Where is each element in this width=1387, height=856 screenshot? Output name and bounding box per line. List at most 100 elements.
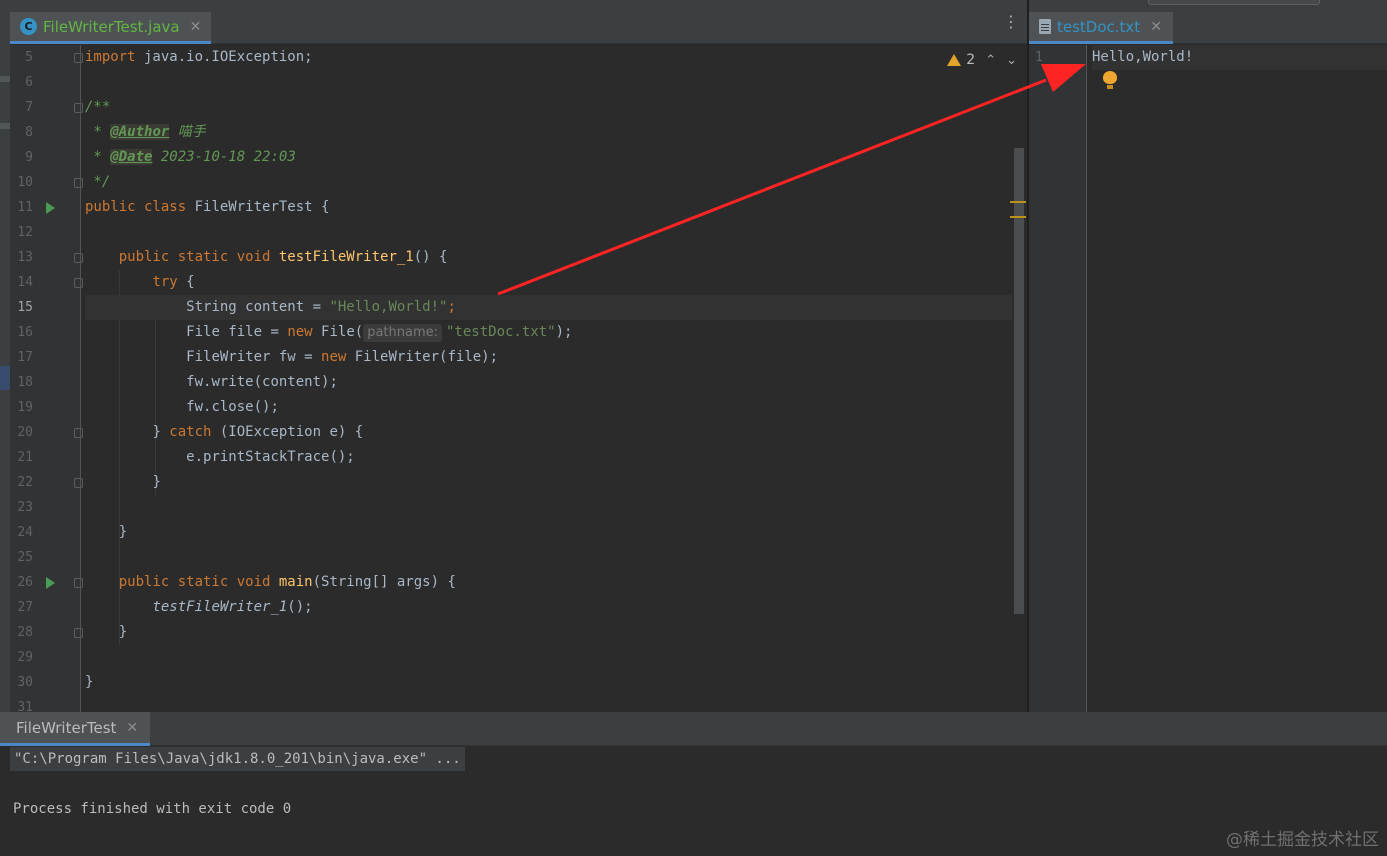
gutter-separator — [80, 45, 81, 712]
fold-icon[interactable] — [74, 278, 83, 288]
code-area[interactable]: import java.io.IOException; /** * @Autho… — [85, 45, 1012, 712]
tab-label: FileWriterTest.java — [43, 17, 180, 36]
fold-icon[interactable] — [74, 53, 83, 63]
fold-icon[interactable] — [74, 103, 83, 113]
fold-icon[interactable] — [74, 178, 83, 188]
code-line: public static void main(String[] args) { — [118, 574, 456, 590]
more-options-icon[interactable]: ⋮ — [1003, 14, 1019, 30]
editor-tab-bar: C FileWriterTest.java ✕ ⋮ — [10, 0, 1027, 44]
close-icon[interactable]: ✕ — [1150, 19, 1162, 35]
code-line: } catch (IOException e) { — [152, 424, 364, 440]
close-icon[interactable]: ✕ — [190, 19, 202, 35]
text-editor[interactable]: testDoc.txt ✕ 1 Hello,World! — [1029, 0, 1387, 712]
fold-icon[interactable] — [74, 478, 83, 488]
code-line: public class FileWriterTest { — [85, 199, 330, 215]
code-line: */ — [85, 174, 111, 190]
line-number-gutter — [1029, 45, 1087, 712]
code-line: public static void testFileWriter_1() { — [118, 249, 448, 265]
code-line: fw.close(); — [186, 399, 279, 415]
editor-tab-bar: testDoc.txt ✕ — [1029, 0, 1387, 44]
run-tab-bar: FileWriterTest ✕ — [0, 712, 1387, 746]
code-line: File file = new File(pathname: "testDoc.t… — [186, 324, 573, 342]
gutter-line: 24 — [17, 525, 33, 540]
code-line-current: String content = "Hello,World!"; — [85, 295, 1012, 320]
code-line: try { — [152, 274, 195, 290]
gutter-line: 14 — [10, 270, 83, 295]
gutter-line: 21 — [17, 450, 33, 465]
code-line: fw.write(content); — [186, 374, 338, 390]
run-tool-window: FileWriterTest ✕ "C:\Program Files\Java\… — [0, 712, 1387, 856]
gutter-line: 16 — [17, 325, 33, 340]
gutter-line: 12 — [17, 225, 33, 240]
fold-icon[interactable] — [74, 253, 83, 263]
code-line: } — [118, 624, 128, 640]
gutter-line: 28 — [10, 620, 83, 645]
search-field-clipped[interactable] — [1148, 0, 1320, 5]
warning-stripe-mark[interactable] — [1010, 201, 1026, 203]
text-file-icon — [1039, 19, 1051, 34]
gutter-line: 11 — [10, 195, 80, 220]
fold-icon[interactable] — [74, 628, 83, 638]
tab-run-filewritertest[interactable]: FileWriterTest ✕ — [0, 712, 150, 746]
gutter-line: 20 — [10, 420, 83, 445]
gutter-line: 26 — [10, 570, 83, 595]
gutter-line: 6 — [25, 75, 33, 90]
panel-edge-mark — [0, 76, 10, 82]
gutter-line: 22 — [10, 470, 83, 495]
panel-edge-mark — [0, 123, 10, 129]
line-number: 1 — [1035, 50, 1043, 65]
parameter-hint: pathname: — [363, 324, 442, 342]
gutter-line: 30 — [17, 675, 33, 690]
gutter-line: 23 — [17, 500, 33, 515]
close-icon[interactable]: ✕ — [126, 720, 138, 736]
console-exit-message: Process finished with exit code 0 — [13, 801, 292, 817]
inspection-widget[interactable]: 2 ⌃ ⌄ — [947, 52, 1017, 68]
gutter-line: 29 — [17, 650, 33, 665]
chevron-down-icon[interactable]: ⌄ — [1006, 53, 1017, 68]
code-line: } — [85, 674, 94, 690]
gutter-separator — [1086, 45, 1087, 712]
project-panel-edge — [0, 0, 10, 712]
code-line: /** — [85, 99, 111, 115]
run-icon[interactable] — [46, 577, 55, 589]
tab-label: testDoc.txt — [1057, 17, 1141, 36]
code-line: import java.io.IOException; — [85, 49, 313, 65]
panel-edge-selection — [0, 366, 10, 390]
java-editor[interactable]: C FileWriterTest.java ✕ ⋮ 5 6 7 8 9 10 1… — [10, 0, 1027, 712]
console-command-line[interactable]: "C:\Program Files\Java\jdk1.8.0_201\bin\… — [10, 747, 465, 771]
fold-icon[interactable] — [74, 428, 83, 438]
code-line: } — [152, 474, 161, 490]
gutter-line: 27 — [17, 600, 33, 615]
watermark: @稀土掘金技术社区 — [1226, 830, 1379, 850]
gutter-line: 18 — [17, 375, 33, 390]
gutter-line: 10 — [10, 170, 83, 195]
gutter-line: 17 — [17, 350, 33, 365]
chevron-up-icon[interactable]: ⌃ — [985, 53, 996, 68]
gutter-line: 8 — [25, 125, 33, 140]
java-class-icon: C — [20, 18, 37, 35]
run-tab-label: FileWriterTest — [16, 718, 117, 737]
tab-testdoc-txt[interactable]: testDoc.txt ✕ — [1029, 12, 1173, 44]
code-line: * @Date 2023-10-18 22:03 — [85, 149, 296, 165]
tab-filewritertest-java[interactable]: C FileWriterTest.java ✕ — [10, 12, 212, 44]
gutter-line: 19 — [17, 400, 33, 415]
run-icon[interactable] — [46, 202, 55, 214]
code-line: e.printStackTrace(); — [186, 449, 355, 465]
code-line: FileWriter fw = new FileWriter(file); — [186, 349, 499, 365]
code-line: } — [118, 524, 128, 540]
code-line: testFileWriter_1(); — [152, 599, 313, 615]
gutter-line: 31 — [17, 700, 33, 712]
lightbulb-icon[interactable] — [1103, 71, 1117, 89]
text-content-line[interactable]: Hello,World! — [1092, 45, 1387, 70]
gutter-line: 25 — [17, 550, 33, 565]
gutter-line: 13 — [10, 245, 83, 270]
gutter-line: 9 — [25, 150, 33, 165]
gutter-line: 5 — [10, 45, 83, 70]
gutter-line: 7 — [10, 95, 83, 120]
line-number-gutter: 5 6 7 8 9 10 11 12 13 14 15 16 17 18 19 … — [10, 45, 83, 712]
fold-icon[interactable] — [74, 578, 83, 588]
warning-icon — [947, 54, 962, 66]
warning-count: 2 — [966, 52, 976, 68]
gutter-line-current: 15 — [17, 300, 33, 315]
warning-stripe-mark[interactable] — [1010, 216, 1026, 218]
